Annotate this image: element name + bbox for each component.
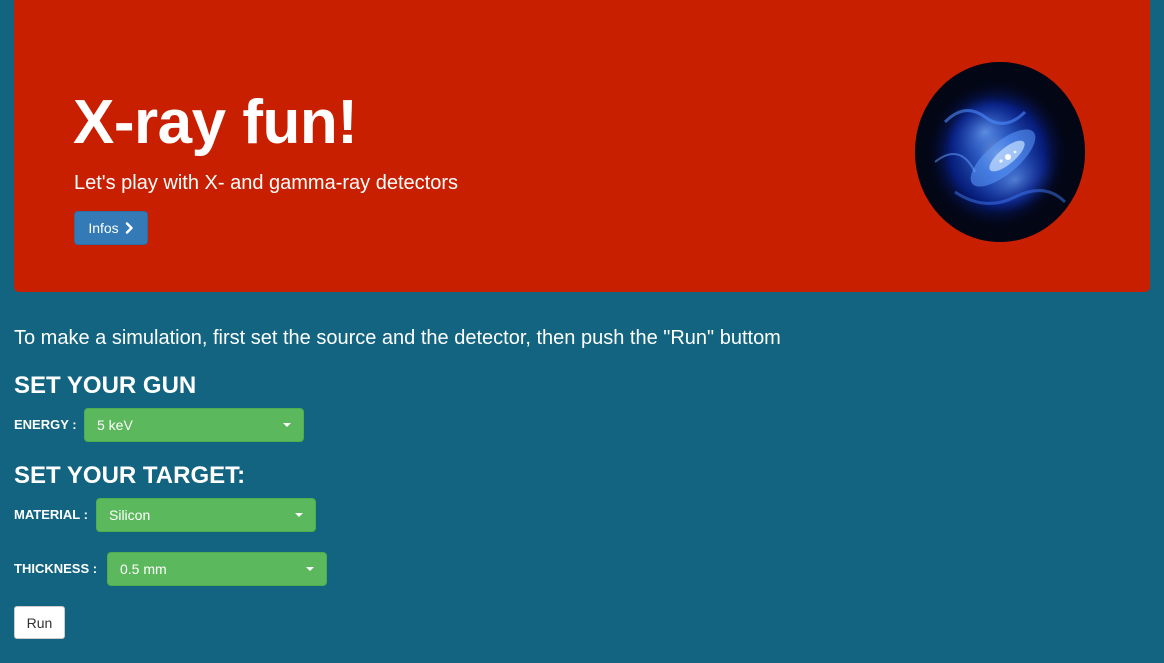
intro-text: To make a simulation, first set the sour…: [14, 327, 781, 349]
energy-label: ENERGY :: [14, 417, 77, 432]
thickness-label: THICKNESS :: [14, 561, 98, 576]
thickness-dropdown-value: 0.5 mm: [120, 561, 167, 577]
energy-dropdown[interactable]: 5 keV: [84, 408, 304, 442]
gun-section-title: SET YOUR GUN: [14, 372, 197, 399]
hero-subtitle: Let's play with X- and gamma-ray detecto…: [74, 172, 458, 194]
material-dropdown[interactable]: Silicon: [96, 498, 316, 532]
infos-button[interactable]: Infos: [74, 211, 148, 245]
thickness-dropdown[interactable]: 0.5 mm: [107, 552, 327, 586]
caret-down-icon: [295, 513, 303, 517]
chevron-right-icon: [125, 222, 133, 234]
target-section-title: SET YOUR TARGET:: [14, 462, 246, 489]
material-dropdown-value: Silicon: [109, 507, 151, 523]
caret-down-icon: [306, 567, 314, 571]
material-label: MATERIAL :: [14, 507, 88, 522]
crab-nebula-image: [915, 62, 1085, 242]
infos-button-label: Infos: [88, 220, 119, 236]
caret-down-icon: [283, 423, 291, 427]
energy-dropdown-value: 5 keV: [97, 417, 133, 433]
page-title: X-ray fun!: [73, 88, 358, 157]
run-button[interactable]: Run: [14, 606, 65, 639]
hero-banner: X-ray fun! Let's play with X- and gamma-…: [14, 0, 1150, 292]
